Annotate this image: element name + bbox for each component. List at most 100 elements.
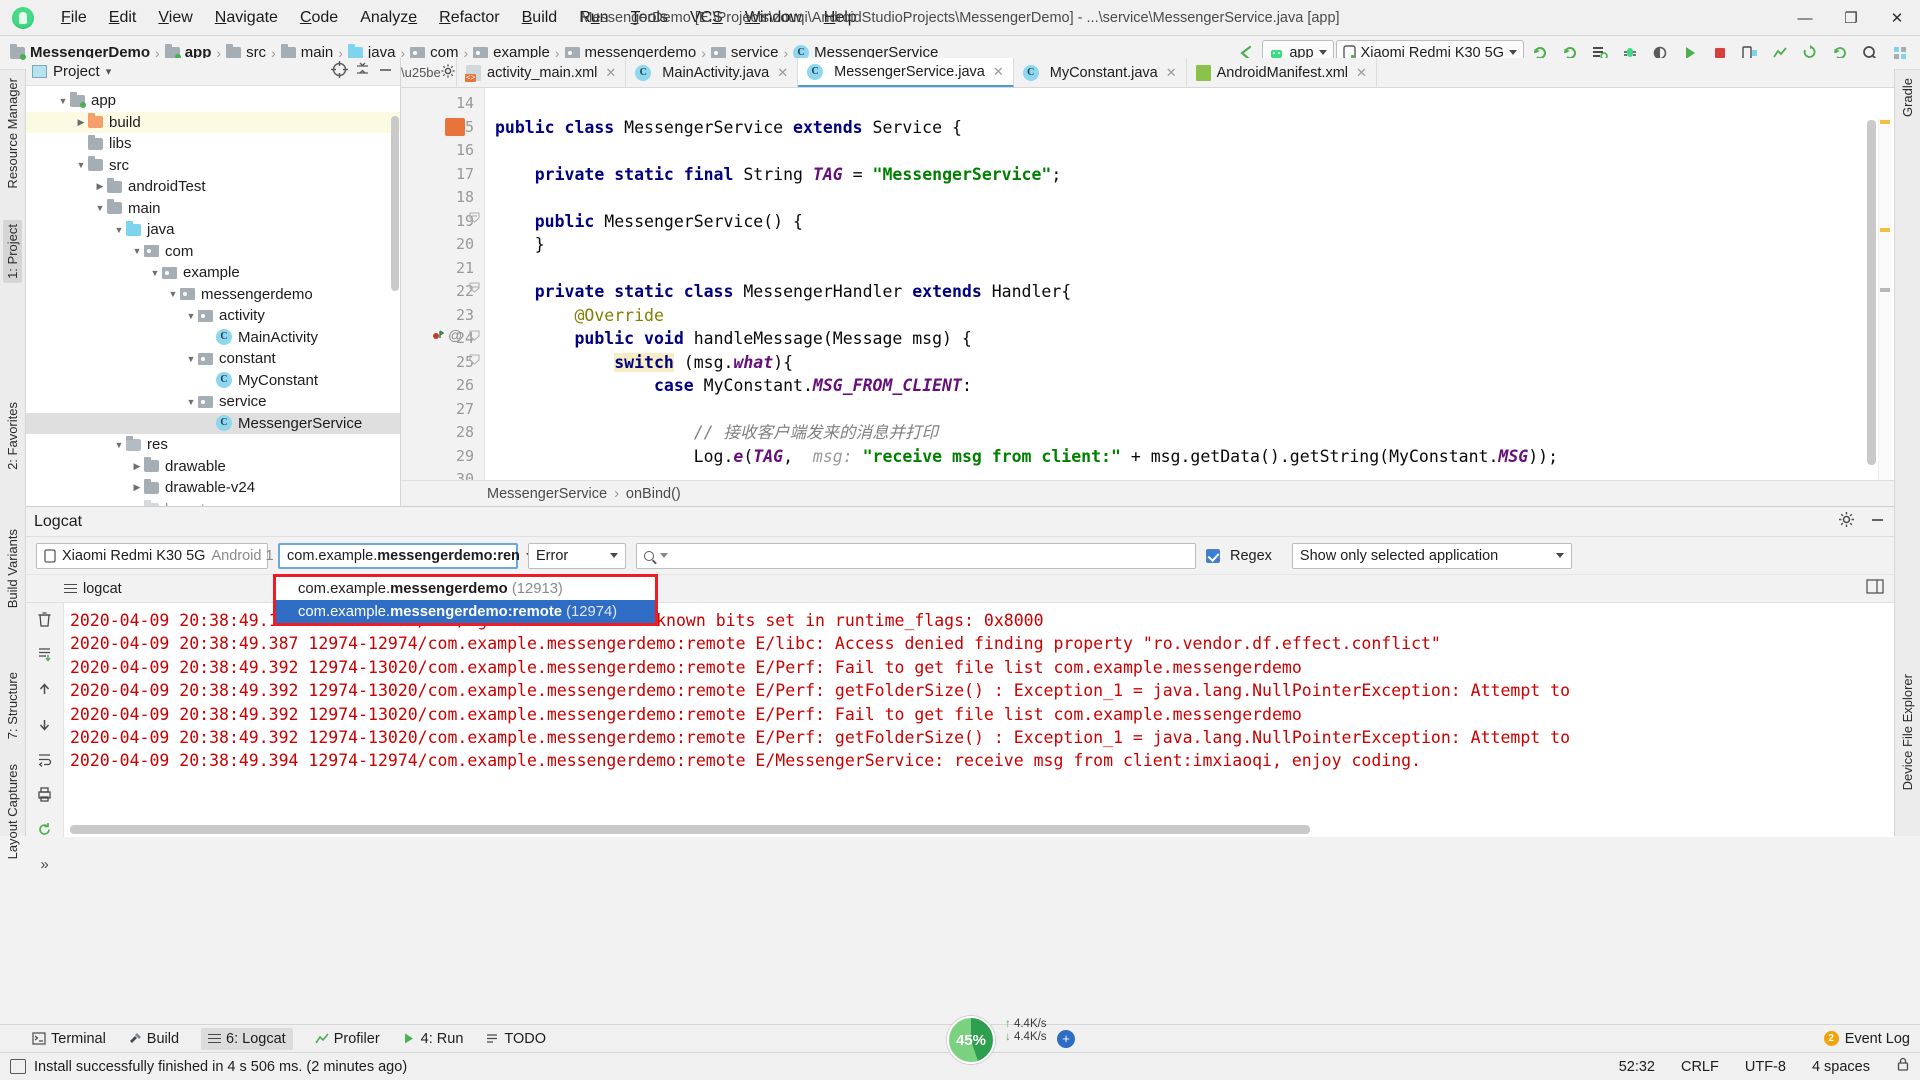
tree-item-res[interactable]: ▼ res bbox=[26, 434, 400, 456]
minimize-button[interactable]: — bbox=[1782, 0, 1828, 36]
editor-tab-messengerservice-java[interactable]: C MessengerService.java ✕ bbox=[798, 58, 1014, 87]
project-tree-scrollbar[interactable] bbox=[391, 116, 399, 291]
warning-marker[interactable] bbox=[1880, 120, 1890, 124]
tree-item-androidtest[interactable]: ▶ androidTest bbox=[26, 176, 400, 198]
tree-item-constant[interactable]: ▼ constant bbox=[26, 348, 400, 370]
menu-file[interactable]: File bbox=[50, 5, 98, 31]
fold-marker-icon[interactable] bbox=[469, 328, 480, 345]
expand-arrow-icon[interactable]: ▼ bbox=[112, 440, 126, 450]
close-button[interactable]: ✕ bbox=[1874, 0, 1920, 36]
tree-item-layout[interactable]: ▶ layout bbox=[26, 499, 400, 506]
bottom-tab-build[interactable]: Build bbox=[128, 1031, 179, 1047]
menu-refactor[interactable]: Refactor bbox=[428, 5, 510, 31]
collapse-all-icon[interactable] bbox=[354, 61, 371, 82]
line-separator[interactable]: CRLF bbox=[1681, 1059, 1719, 1075]
expand-icon[interactable]: » bbox=[40, 856, 48, 873]
caret-position[interactable]: 52:32 bbox=[1619, 1059, 1655, 1075]
editor-tab-activity-main-xml[interactable]: activity_main.xml ✕ bbox=[457, 58, 627, 87]
bottom-tab-todo[interactable]: TODO bbox=[485, 1031, 546, 1047]
menu-build[interactable]: Build bbox=[511, 5, 569, 31]
fold-marker-icon[interactable] bbox=[469, 210, 480, 227]
tree-item-example[interactable]: ▼ example bbox=[26, 262, 400, 284]
expand-arrow-icon[interactable]: ▼ bbox=[184, 397, 198, 407]
fold-marker-icon[interactable] bbox=[469, 352, 480, 369]
split-view-icon[interactable] bbox=[1866, 579, 1894, 598]
expand-arrow-icon[interactable]: ▼ bbox=[166, 289, 180, 299]
tree-item-drawable[interactable]: ▶ drawable bbox=[26, 456, 400, 478]
tree-item-mainactivity[interactable]: C MainActivity bbox=[26, 327, 400, 349]
status-icon[interactable] bbox=[10, 1059, 26, 1074]
logcat-level-selector[interactable]: Error bbox=[528, 542, 626, 569]
class-marker-icon[interactable] bbox=[445, 118, 465, 136]
bookmark-icon[interactable] bbox=[431, 328, 445, 346]
menu-edit[interactable]: Edit bbox=[98, 5, 148, 31]
expand-arrow-icon[interactable]: ▼ bbox=[148, 268, 162, 278]
logcat-horizontal-scrollbar[interactable] bbox=[70, 825, 1310, 834]
crosshair-icon[interactable] bbox=[331, 61, 348, 82]
tree-item-messengerservice[interactable]: C MessengerService bbox=[26, 412, 400, 434]
tool-tab-device-file-explorer[interactable]: Device File Explorer bbox=[1898, 670, 1917, 794]
tree-item-java[interactable]: ▼ java bbox=[26, 219, 400, 241]
close-icon[interactable]: ✕ bbox=[1166, 65, 1177, 81]
close-icon[interactable]: ✕ bbox=[1356, 65, 1367, 81]
minimize-icon[interactable] bbox=[1869, 511, 1886, 532]
soft-wrap-icon[interactable] bbox=[36, 751, 53, 772]
tree-item-libs[interactable]: libs bbox=[26, 133, 400, 155]
expand-arrow-icon[interactable]: ▼ bbox=[93, 203, 107, 213]
expand-arrow-icon[interactable]: ▼ bbox=[184, 354, 198, 364]
restart-icon[interactable] bbox=[36, 821, 53, 842]
editor-vertical-scrollbar[interactable] bbox=[1867, 120, 1876, 465]
logcat-lines[interactable]: 2020-04-09 20:38:49.120 12974-12974/. E/… bbox=[64, 603, 1894, 837]
minimize-icon[interactable] bbox=[377, 61, 394, 82]
menu-code[interactable]: Code bbox=[289, 5, 349, 31]
logcat-process-dropdown[interactable]: com.example. messengerdemo (12913) com.ex… bbox=[273, 574, 658, 626]
expand-arrow-icon[interactable]: ▼ bbox=[130, 246, 144, 256]
up-icon[interactable] bbox=[36, 681, 53, 702]
chevron-down-icon[interactable] bbox=[610, 553, 618, 558]
bottom-tab-terminal[interactable]: Terminal bbox=[32, 1031, 106, 1047]
editor-tab-myconstant-java[interactable]: C MyConstant.java ✕ bbox=[1013, 58, 1187, 87]
warning-marker[interactable] bbox=[1880, 228, 1890, 232]
override-marker-icon[interactable]: @ bbox=[448, 327, 462, 343]
tool-tab-layout-captures[interactable]: Layout Captures bbox=[3, 760, 22, 863]
editor-tab-mainactivity-java[interactable]: C MainActivity.java ✕ bbox=[626, 58, 799, 87]
tree-item-main[interactable]: ▼ main bbox=[26, 198, 400, 220]
bottom-tab-logcat[interactable]: 6: Logcat bbox=[201, 1027, 293, 1050]
expand-arrow-icon[interactable]: ▼ bbox=[184, 311, 198, 321]
bottom-tab-profiler[interactable]: Profiler bbox=[315, 1031, 380, 1047]
logcat-device-selector[interactable]: Xiaomi Redmi K30 5G Android 1 bbox=[36, 542, 288, 569]
event-log-label[interactable]: Event Log bbox=[1845, 1031, 1910, 1047]
editor-tab-androidmanifest-xml[interactable]: AndroidManifest.xml ✕ bbox=[1186, 58, 1377, 87]
tree-item-src[interactable]: ▼ src bbox=[26, 155, 400, 177]
close-icon[interactable]: ✕ bbox=[605, 65, 616, 81]
bottom-tab-run[interactable]: 4: Run bbox=[402, 1031, 463, 1047]
tree-item-com[interactable]: ▼ com bbox=[26, 241, 400, 263]
tree-item-drawable-v24[interactable]: ▶ drawable-v24 bbox=[26, 477, 400, 499]
editor-breadcrumb-class[interactable]: MessengerService bbox=[487, 486, 607, 502]
project-tree[interactable]: ▼ app ▶ build libs ▼ src ▶ androidTest ▼… bbox=[26, 86, 400, 506]
tree-item-messengerdemo[interactable]: ▼ messengerdemo bbox=[26, 284, 400, 306]
tree-item-build[interactable]: ▶ build bbox=[26, 111, 400, 133]
expand-arrow-icon[interactable]: ▼ bbox=[74, 160, 88, 170]
scroll-to-end-icon[interactable] bbox=[36, 646, 53, 667]
code-text[interactable]: public class MessengerService extends Se… bbox=[485, 88, 1894, 506]
tool-tab-build-variants[interactable]: Build Variants bbox=[3, 525, 22, 612]
chevron-down-icon[interactable]: \u25be bbox=[401, 65, 441, 80]
line-number-gutter[interactable]: 14 15 16 17 18 19 20 21 22 23 24 25 26 2… bbox=[401, 88, 485, 506]
editor-breadcrumb-method[interactable]: onBind() bbox=[626, 486, 681, 502]
close-icon[interactable]: ✕ bbox=[777, 65, 788, 81]
logcat-search-input[interactable] bbox=[636, 542, 1196, 569]
logcat-process-selector[interactable]: com.example.messengerdemo:ren bbox=[278, 542, 534, 569]
tree-item-activity[interactable]: ▼ activity bbox=[26, 305, 400, 327]
dropdown-option-messengerdemo[interactable]: com.example. messengerdemo (12913) bbox=[276, 577, 655, 600]
expand-arrow-icon[interactable]: ▶ bbox=[93, 181, 107, 192]
tree-item-service[interactable]: ▼ service bbox=[26, 391, 400, 413]
menu-analyze[interactable]: Analyze bbox=[349, 5, 428, 31]
settings-gear-icon[interactable] bbox=[441, 64, 455, 81]
tool-tab-gradle[interactable]: Gradle bbox=[1898, 74, 1917, 121]
memory-indicator[interactable]: 45% ↑ 4.4K/s ↓ 4.4K/s + bbox=[947, 1016, 1075, 1064]
tool-tab-favorites[interactable]: 2: Favorites bbox=[3, 398, 22, 474]
clear-logcat-icon[interactable] bbox=[36, 611, 53, 632]
menu-view[interactable]: View bbox=[147, 5, 203, 31]
indent-setting[interactable]: 4 spaces bbox=[1812, 1059, 1870, 1075]
